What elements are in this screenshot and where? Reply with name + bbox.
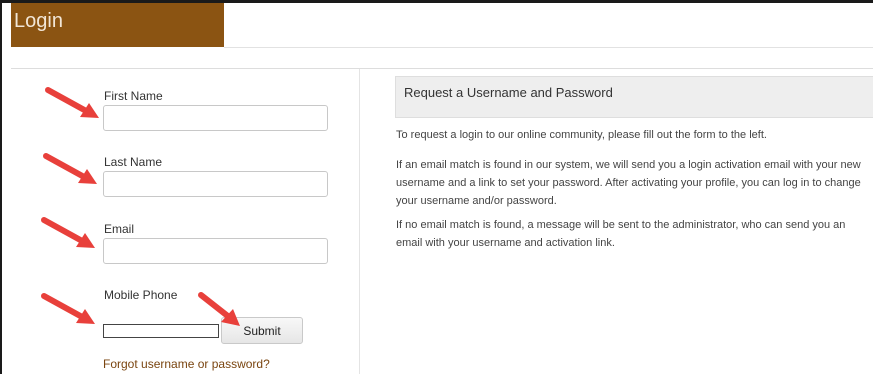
- page-title: Login: [14, 10, 63, 32]
- forgot-credentials-link[interactable]: Forgot username or password?: [103, 357, 270, 371]
- last-name-input[interactable]: [103, 171, 328, 197]
- login-page: Login First Name Last Name Email Mobile …: [0, 0, 873, 374]
- info-paragraph-2-line: username and a link to set your password…: [396, 177, 861, 189]
- arrow-annotation-icon: [43, 153, 97, 184]
- header-divider: [224, 47, 873, 48]
- info-paragraph-3-line: If no email match is found, a message wi…: [396, 219, 846, 231]
- mobile-phone-label: Mobile Phone: [104, 288, 178, 302]
- first-name-input[interactable]: [103, 105, 328, 131]
- info-paragraph-3: If no email match is found, a message wi…: [396, 216, 873, 252]
- info-paragraph-1: To request a login to our online communi…: [396, 129, 767, 141]
- last-name-label: Last Name: [104, 155, 163, 169]
- info-paragraph-2-line: If an email match is found in our system…: [396, 159, 861, 171]
- email-label: Email: [104, 222, 135, 236]
- first-name-label: First Name: [104, 89, 163, 103]
- info-paragraph-2: If an email match is found in our system…: [396, 156, 873, 210]
- info-panel-title: Request a Username and Password: [404, 85, 613, 100]
- arrow-annotation-icon: [45, 87, 99, 118]
- info-panel-header: Request a Username and Password: [395, 76, 873, 118]
- login-header-tab: Login: [11, 3, 224, 47]
- arrow-annotation-icon: [198, 292, 240, 326]
- info-paragraph-2-line: your username and/or password.: [396, 195, 557, 207]
- info-paragraph-3-line: email with your username and activation …: [396, 237, 615, 249]
- arrow-annotation-icon: [41, 293, 95, 324]
- email-input[interactable]: [103, 238, 328, 264]
- arrow-annotation-icon: [41, 217, 95, 248]
